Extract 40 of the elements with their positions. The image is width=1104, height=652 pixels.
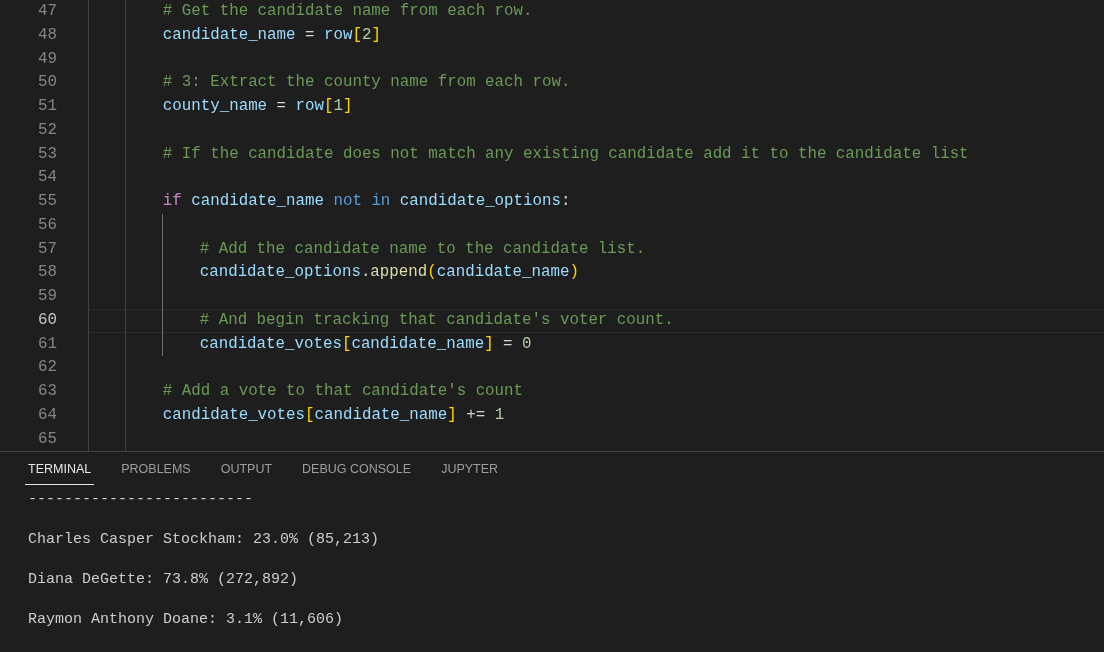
line-number: 60 [38,310,57,329]
code-line: # Add the candidate name to the candidate list. [199,238,646,260]
panel-tab[interactable]: DEBUG CONSOLE [299,461,415,486]
terminal-output-line: Diana DeGette: 73.8% (272,892) [28,570,299,591]
line-number: 58 [38,263,57,282]
line-number: 61 [38,334,57,353]
panel-tab[interactable]: OUTPUT [217,461,276,486]
line-number: 53 [38,144,57,163]
code-line: candidate_votes[candidate_name] += 1 [162,404,505,426]
code-line: if candidate_name not in candidate_options: [162,191,571,212]
line-number: 49 [38,49,57,68]
line-number: 63 [38,382,57,400]
line-number: 50 [38,73,57,92]
panel-tab[interactable]: JUPYTER [438,461,502,486]
line-number: 54 [38,168,57,187]
line-number: 62 [38,358,57,377]
line-number: 55 [38,192,57,210]
code-line: candidate_name = row[2] [162,24,381,46]
line-number: 51 [38,97,57,115]
code-line: candidate_votes[candidate_name] = 0 [199,333,532,355]
code-line: # Add a vote to that candidate's count [162,381,524,402]
code-line: # Get the candidate name from each row. [162,1,533,22]
code-line: # 3: Extract the county name from each row. [162,72,571,94]
terminal-output-line: ------------------------- [28,490,254,511]
code-line: candidate_options.append(candidate_name) [199,262,579,284]
terminal-output-line: Charles Casper Stockham: 23.0% (85,213) [28,530,380,551]
line-number: 52 [38,120,57,139]
line-number: 57 [38,239,57,258]
line-number: 64 [38,405,57,424]
line-number: 59 [38,287,57,305]
panel-tab[interactable]: PROBLEMS [118,461,194,486]
code-line: # If the candidate does not match any existing candidate add it to the candidate list [162,143,969,165]
line-number: 47 [38,2,57,20]
code-line: # And begin tracking that candidate's voter count. [199,309,674,331]
line-number: 56 [38,215,57,234]
line-number: 65 [38,429,57,448]
code-line: county_name = row[1] [162,96,353,117]
line-number: 48 [38,25,57,44]
terminal-output-line: Raymon Anthony Doane: 3.1% (11,606) [28,610,344,631]
panel-tab[interactable]: TERMINAL [25,461,95,486]
